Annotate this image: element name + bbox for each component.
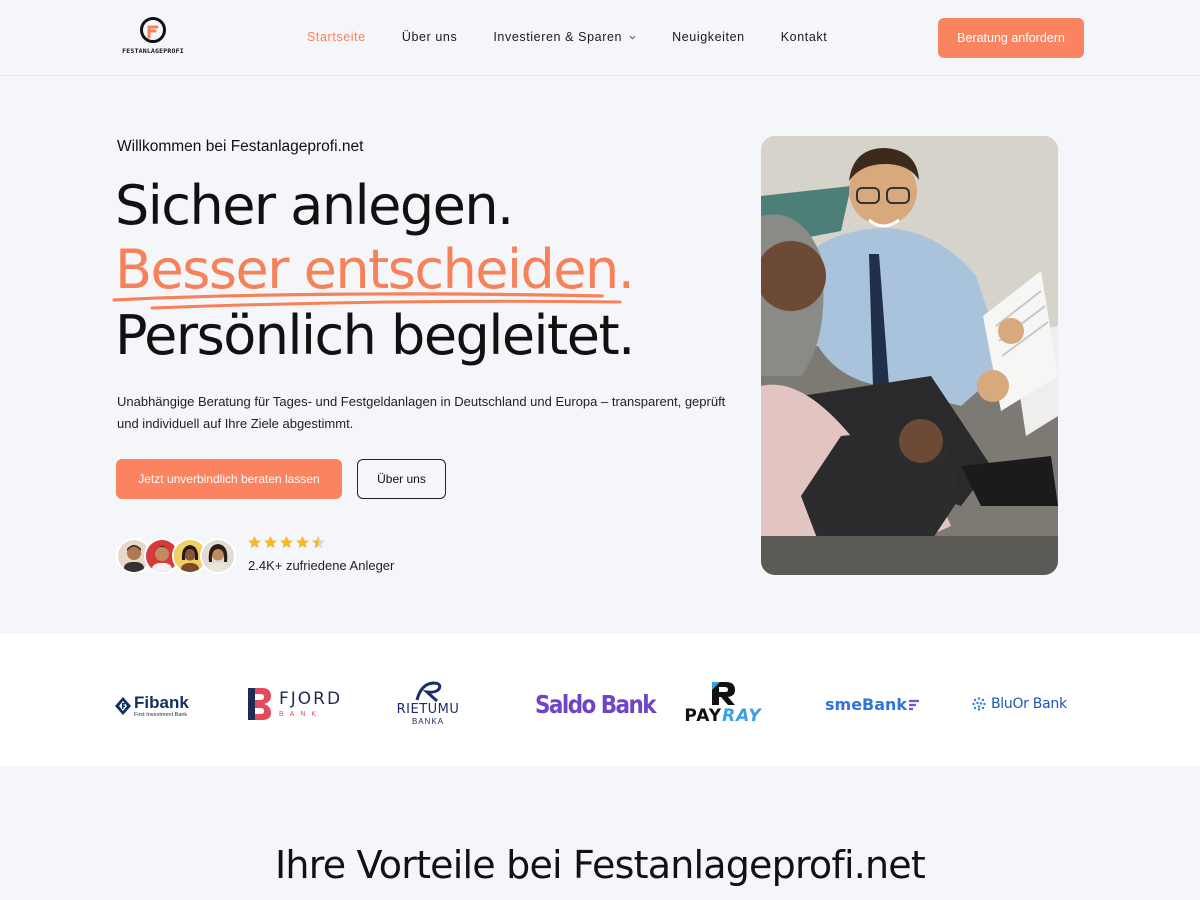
fjord-bank-icon: [248, 688, 271, 720]
section-title-vorteile: Ihre Vorteile bei Festanlageprofi.net: [275, 843, 926, 887]
avatar: [200, 538, 236, 574]
bank-logo-fjord: FJORD BANK: [246, 686, 342, 722]
rietumu-icon: [415, 681, 442, 702]
customer-avatars: [116, 538, 236, 574]
smebank-name: smeBank: [825, 695, 908, 714]
hero-consultation-photo: [761, 136, 1058, 575]
smebank-mark-icon: [909, 699, 920, 710]
bank-logo-fibank: Fibank First Investment Bank: [115, 694, 189, 719]
bluor-name: BluOr Bank: [991, 696, 1067, 712]
fibank-icon: [115, 697, 131, 716]
bank-logo-rietumu: RIETUMU BANKA: [390, 680, 466, 726]
chevron-down-icon: [629, 35, 636, 39]
star-icon: [296, 536, 309, 549]
logo-mark-icon: [140, 17, 166, 43]
star-icon: [280, 536, 293, 549]
nav-item-ueber-uns[interactable]: Über uns: [402, 30, 458, 44]
payray-name-a: PAY: [684, 706, 723, 726]
rating-stars: [247, 535, 327, 550]
happy-customers-count: 2.4K+ zufriedene Anleger: [248, 558, 395, 573]
bank-logo-payray: PAY RAY: [680, 680, 766, 725]
beratung-anfordern-button[interactable]: Beratung anfordern: [938, 18, 1084, 58]
fjord-subtitle: BANK: [279, 710, 323, 718]
partner-banks-section: Fibank First Investment Bank FJORD BANK …: [0, 634, 1200, 766]
headline-line-3: Persönlich begleitet.: [115, 304, 635, 367]
bank-logo-saldo: Saldo Bank: [535, 690, 675, 719]
main-nav: Startseite Über uns Investieren & Sparen…: [307, 30, 863, 44]
bank-logo-bluor: BluOr Bank: [971, 696, 1067, 712]
nav-item-startseite[interactable]: Startseite: [307, 30, 366, 44]
fibank-subtitle: First Investment Bank: [134, 712, 188, 718]
bluor-icon: [972, 697, 986, 711]
ueber-uns-button[interactable]: Über uns: [357, 459, 446, 499]
saldo-name: Saldo Bank: [535, 690, 657, 719]
nav-item-investieren-label: Investieren & Sparen: [493, 30, 623, 44]
headline-line-1: Sicher anlegen.: [115, 174, 514, 237]
hero-description: Unabhängige Beratung für Tages- und Fest…: [117, 394, 726, 431]
fjord-name: FJORD: [279, 688, 343, 709]
welcome-text: Willkommen bei Festanlageprofi.net: [117, 138, 364, 155]
star-half-icon: [312, 536, 325, 549]
site-header: FESTANLAGEPROFI Startseite Über uns Inve…: [0, 0, 1200, 76]
beraten-lassen-button[interactable]: Jetzt unverbindlich beraten lassen: [116, 459, 342, 499]
star-icon: [264, 536, 277, 549]
nav-item-kontakt[interactable]: Kontakt: [781, 30, 828, 44]
logo-text: FESTANLAGEPROFI: [122, 47, 184, 55]
nav-item-neuigkeiten[interactable]: Neuigkeiten: [672, 30, 745, 44]
star-icon: [248, 536, 261, 549]
payray-icon: [712, 682, 735, 705]
payray-name-b: RAY: [722, 706, 762, 726]
site-logo[interactable]: FESTANLAGEPROFI: [118, 16, 188, 60]
bank-logo-smebank: smeBank: [825, 695, 920, 714]
rietumu-subtitle: BANKA: [411, 717, 445, 726]
fibank-name: Fibank: [134, 693, 189, 712]
nav-item-investieren-sparen[interactable]: Investieren & Sparen: [493, 30, 636, 44]
rietumu-name: RIETUMU: [396, 702, 460, 717]
